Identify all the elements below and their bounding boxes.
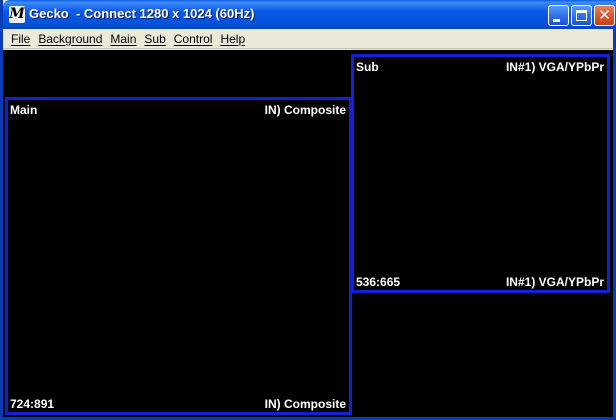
main-panel-title: Main xyxy=(10,103,38,117)
maximize-button[interactable] xyxy=(571,5,592,26)
maximize-icon xyxy=(576,10,587,21)
close-icon: ✕ xyxy=(598,6,611,24)
main-input-label-bottom: IN) Composite xyxy=(264,397,346,411)
title-bar[interactable]: M Gecko - Connect 1280 x 1024 (60Hz) ✕ xyxy=(3,0,616,29)
menu-bar: File Background Main Sub Control Help xyxy=(3,29,613,49)
sub-resolution: 536:665 xyxy=(356,275,401,289)
app-window: M Gecko - Connect 1280 x 1024 (60Hz) ✕ F… xyxy=(0,0,616,420)
sub-input-label-bottom: IN#1) VGA/YPbPr xyxy=(505,275,604,289)
main-resolution: 724:891 xyxy=(10,397,55,411)
minimize-button[interactable] xyxy=(548,5,569,26)
menu-file[interactable]: File xyxy=(7,30,34,48)
menu-control[interactable]: Control xyxy=(170,30,217,48)
sub-input-label-top: IN#1) VGA/YPbPr xyxy=(505,60,604,74)
main-window-panel[interactable]: Main IN) Composite 724:891 IN) Composite xyxy=(5,97,352,415)
minimize-icon xyxy=(553,18,560,22)
menu-sub[interactable]: Sub xyxy=(140,30,169,48)
app-icon[interactable]: M xyxy=(9,6,25,23)
close-button[interactable]: ✕ xyxy=(594,5,615,26)
menu-background[interactable]: Background xyxy=(34,30,106,48)
sub-panel-title: Sub xyxy=(356,60,379,74)
sub-window-panel[interactable]: Sub IN#1) VGA/YPbPr 536:665 IN#1) VGA/YP… xyxy=(351,54,610,293)
window-title: Gecko - Connect 1280 x 1024 (60Hz) xyxy=(29,6,255,21)
menu-help[interactable]: Help xyxy=(216,30,249,48)
menu-main[interactable]: Main xyxy=(106,30,140,48)
main-input-label-top: IN) Composite xyxy=(264,103,346,117)
display-canvas[interactable]: Main IN) Composite 724:891 IN) Composite… xyxy=(3,50,613,417)
